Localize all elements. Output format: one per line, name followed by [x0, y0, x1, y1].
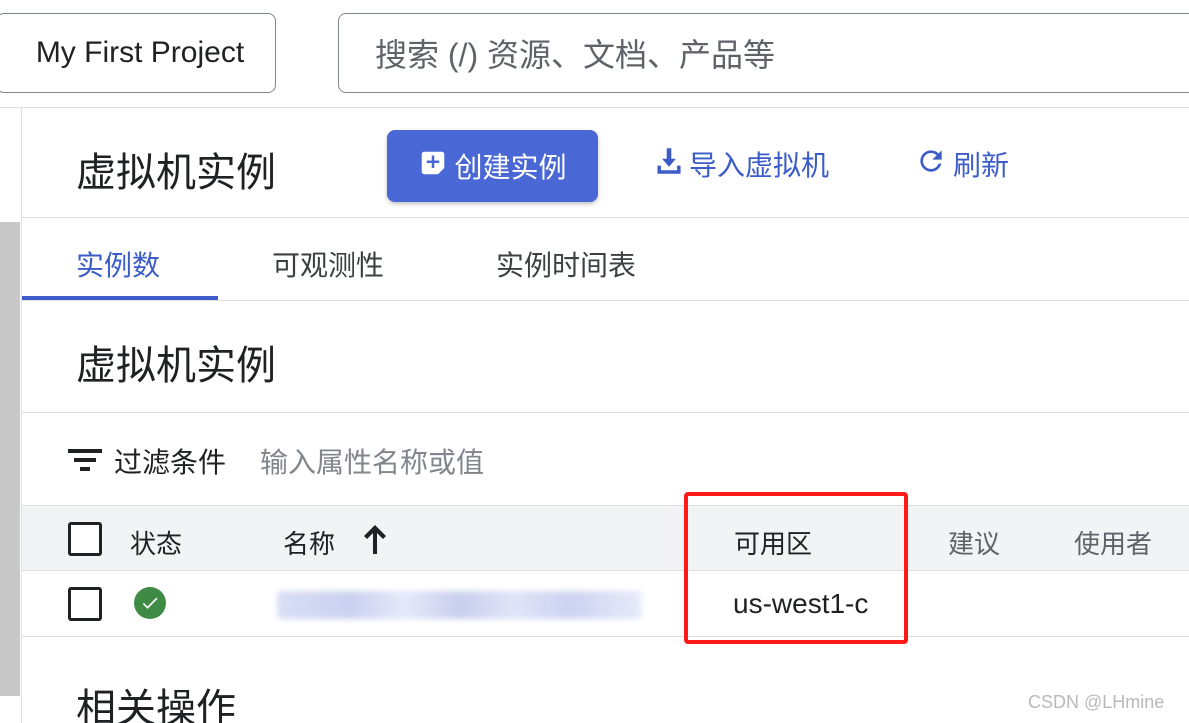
tab-bar: 实例数 可观测性 实例时间表 [22, 218, 1189, 301]
row-checkbox[interactable] [68, 587, 102, 621]
import-vm-button[interactable]: 导入虚拟机 [655, 144, 829, 184]
related-actions-title: 相关操作 [76, 687, 236, 723]
filter-bar: 过滤条件 输入属性名称或值 [22, 413, 1189, 505]
instance-name-link-redacted[interactable] [277, 591, 642, 619]
select-all-checkbox[interactable] [68, 522, 102, 556]
column-in-use-by[interactable]: 使用者 [1074, 524, 1152, 561]
left-scrollbar[interactable] [0, 222, 20, 696]
sort-ascending-icon[interactable] [360, 522, 390, 556]
search-placeholder: 搜索 (/) 资源、文档、产品等 [375, 37, 775, 73]
project-selector-button[interactable]: My First Project [0, 13, 276, 93]
section-title: 虚拟机实例 [76, 344, 276, 388]
zone-highlight-annotation [684, 492, 908, 644]
filter-icon[interactable] [68, 449, 102, 473]
search-input[interactable]: 搜索 (/) 资源、文档、产品等 [338, 13, 1189, 93]
import-vm-label: 导入虚拟机 [689, 150, 830, 181]
refresh-icon [915, 145, 947, 184]
column-status[interactable]: 状态 [130, 524, 182, 561]
top-bar: My First Project 搜索 (/) 资源、文档、产品等 [0, 0, 1189, 108]
download-icon [655, 146, 683, 183]
tab-observability[interactable]: 可观测性 [272, 244, 384, 284]
section-header: 虚拟机实例 [22, 301, 1189, 413]
add-box-icon [418, 148, 448, 185]
page-header: 虚拟机实例 创建实例 导入虚拟机 刷新 [22, 108, 1189, 218]
active-tab-indicator [22, 296, 218, 300]
create-instance-label: 创建实例 [454, 152, 567, 183]
table-row: us-west1-c [22, 571, 1189, 637]
page-title: 虚拟机实例 [76, 151, 276, 195]
column-recommendation[interactable]: 建议 [948, 524, 1000, 561]
filter-input[interactable]: 输入属性名称或值 [260, 441, 484, 481]
column-name[interactable]: 名称 [283, 524, 335, 561]
create-instance-button[interactable]: 创建实例 [387, 130, 598, 202]
tab-instances[interactable]: 实例数 [76, 244, 160, 284]
app-root: My First Project 搜索 (/) 资源、文档、产品等 虚拟机实例 … [0, 0, 1189, 723]
table-header: 状态 名称 可用区 建议 使用者 [22, 505, 1189, 571]
status-ok-icon [134, 587, 166, 619]
refresh-button[interactable]: 刷新 [915, 144, 1009, 184]
tab-instance-schedule[interactable]: 实例时间表 [496, 244, 636, 284]
watermark: CSDN @LHmine [1028, 692, 1165, 712]
refresh-label: 刷新 [953, 150, 1010, 181]
filter-label: 过滤条件 [114, 447, 227, 478]
project-selector-label: My First Project [35, 36, 245, 69]
